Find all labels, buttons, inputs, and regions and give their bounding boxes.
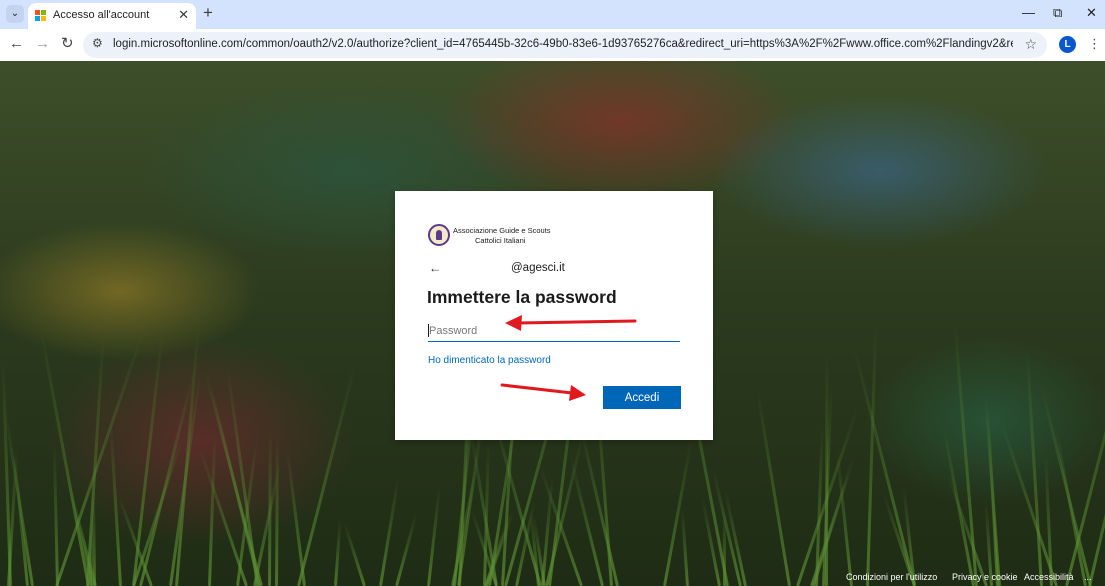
grass-blade: [1, 360, 12, 586]
grass-blade: [1025, 350, 1043, 586]
signin-card: Associazione Guide e Scouts Cattolici It…: [395, 191, 713, 440]
browser-toolbar: ← → ↻ ⚙ login.microsoftonline.com/common…: [0, 29, 1105, 61]
back-arrow-icon[interactable]: ←: [429, 261, 441, 275]
restore-icon[interactable]: ⧉: [1053, 5, 1062, 21]
grass-blade: [866, 325, 878, 586]
accessibility-link[interactable]: Accessibilità: [1024, 572, 1074, 582]
bookmark-star-icon[interactable]: ☆: [1024, 36, 1037, 53]
account-identity: @agesci.it: [511, 262, 565, 274]
forward-icon[interactable]: →: [35, 35, 50, 53]
grass-blade: [175, 324, 200, 586]
tab-title: Accesso all'account: [53, 9, 150, 21]
grass-blade: [379, 477, 400, 586]
tab-sign-in[interactable]: Accesso all'account ✕: [28, 3, 196, 29]
grass-blade: [285, 449, 306, 586]
grass-blade: [680, 508, 689, 586]
new-tab-icon[interactable]: +: [203, 4, 213, 22]
forgot-password-link[interactable]: Ho dimenticato la password: [428, 355, 551, 366]
minimize-icon[interactable]: —: [1022, 5, 1035, 21]
profile-avatar[interactable]: L: [1059, 36, 1076, 53]
page-footer: Condizioni per l'utilizzo Privacy e cook…: [835, 572, 1105, 586]
privacy-link[interactable]: Privacy e cookie: [952, 572, 1018, 582]
browser-menu-icon[interactable]: ⋮: [1088, 35, 1101, 53]
url-text[interactable]: login.microsoftonline.com/common/oauth2/…: [113, 38, 1013, 50]
password-input[interactable]: [428, 320, 680, 342]
reload-icon[interactable]: ↻: [61, 35, 74, 53]
grass-blade: [984, 395, 1001, 586]
grass-blade: [755, 388, 791, 586]
browser-tabbar: ⌄ Accesso all'account ✕ + — ⧉ ✕: [0, 0, 1105, 29]
grass-blade: [334, 520, 342, 586]
grass-blade: [427, 486, 441, 586]
org-name-line2: Cattolici Italiani: [475, 236, 526, 245]
grass-blade: [297, 364, 357, 586]
grass-blade: [208, 434, 217, 586]
window-close-icon[interactable]: ✕: [1086, 5, 1097, 21]
grass-blade: [825, 353, 829, 586]
agesci-logo-icon: [428, 224, 450, 246]
grass-blade: [852, 348, 916, 586]
page-background: Associazione Guide e Scouts Cattolici It…: [0, 61, 1105, 586]
address-bar[interactable]: ⚙ login.microsoftonline.com/common/oauth…: [83, 32, 1047, 58]
grass-blade: [52, 445, 59, 586]
org-name-line1: Associazione Guide e Scouts: [453, 226, 551, 235]
back-icon[interactable]: ←: [9, 35, 24, 53]
tab-search-icon[interactable]: ⌄: [6, 5, 24, 23]
grass-blade: [663, 440, 693, 586]
tab-close-icon[interactable]: ✕: [178, 7, 189, 23]
page-title: Immettere la password: [427, 287, 617, 307]
microsoft-logo-icon: [35, 10, 47, 22]
grass-blade: [275, 437, 280, 586]
terms-link[interactable]: Condizioni per l'utilizzo: [846, 572, 937, 582]
sign-in-button[interactable]: Accedi: [603, 386, 681, 409]
text-caret: [428, 324, 429, 337]
grass-blade: [395, 512, 418, 586]
more-options-icon[interactable]: ...: [1084, 572, 1092, 582]
grass-blade: [343, 522, 366, 586]
site-info-icon[interactable]: ⚙: [92, 36, 103, 50]
